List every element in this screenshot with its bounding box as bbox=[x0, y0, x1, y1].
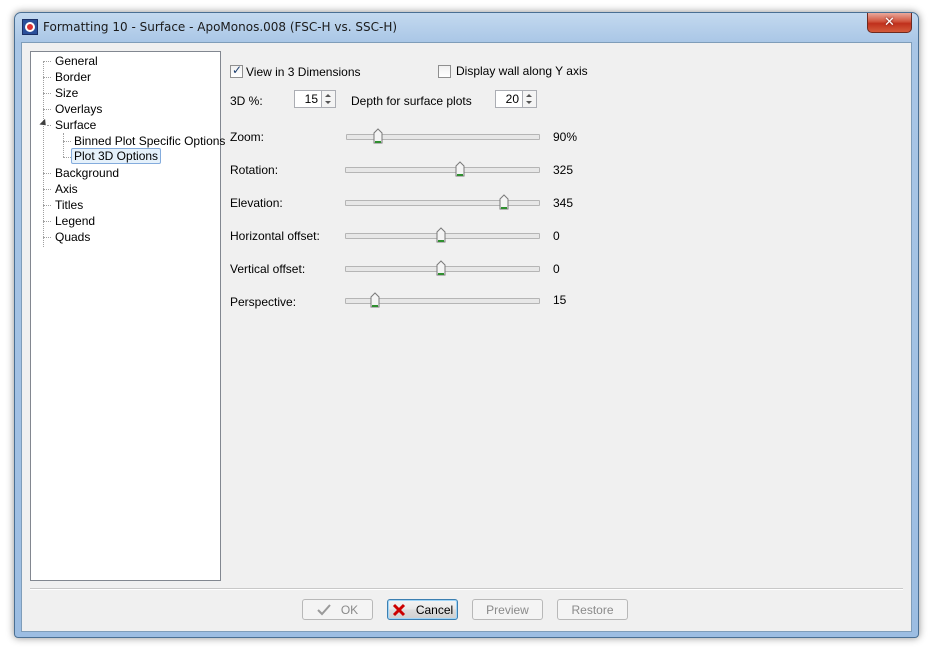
restore-button[interactable]: Restore bbox=[557, 599, 628, 620]
cancel-button-label: Cancel bbox=[415, 602, 454, 617]
tree-connector bbox=[43, 237, 51, 238]
spin-down-icon[interactable] bbox=[325, 101, 331, 104]
tree-item-background[interactable]: Background bbox=[53, 165, 121, 181]
app-icon bbox=[22, 19, 38, 35]
wall-y-checkbox[interactable] bbox=[438, 65, 451, 78]
tree-connector bbox=[43, 173, 51, 174]
vertical-offset-label: Vertical offset: bbox=[230, 262, 306, 276]
tree-item-size[interactable]: Size bbox=[53, 85, 80, 101]
pct3d-input[interactable]: 15 bbox=[294, 90, 322, 108]
elevation-value: 345 bbox=[553, 196, 574, 210]
vertical-offset-value: 0 bbox=[553, 262, 560, 276]
close-icon bbox=[392, 603, 406, 617]
tree-item-general[interactable]: General bbox=[53, 53, 100, 69]
preview-button[interactable]: Preview bbox=[472, 599, 543, 620]
ok-button-label: OK bbox=[340, 602, 359, 617]
tree-item-quads[interactable]: Quads bbox=[53, 229, 92, 245]
tree-item-binned-plot-options[interactable]: Binned Plot Specific Options bbox=[72, 133, 227, 149]
tree-connector bbox=[43, 61, 44, 247]
tree-connector bbox=[47, 125, 51, 126]
vertical-offset-slider-thumb[interactable] bbox=[436, 260, 446, 276]
elevation-label: Elevation: bbox=[230, 196, 283, 210]
rotation-label: Rotation: bbox=[230, 163, 279, 177]
tree-connector bbox=[43, 205, 51, 206]
elevation-slider[interactable] bbox=[345, 200, 540, 206]
tree-connector bbox=[43, 61, 51, 62]
perspective-value: 15 bbox=[553, 293, 567, 307]
view-3d-checkbox[interactable]: ✓ bbox=[230, 63, 243, 78]
separator bbox=[30, 588, 903, 590]
tree-connector bbox=[43, 109, 51, 110]
close-button[interactable]: ✕ bbox=[867, 13, 912, 33]
spin-down-icon[interactable] bbox=[526, 101, 532, 104]
spin-up-icon[interactable] bbox=[325, 94, 331, 97]
tree-item-legend[interactable]: Legend bbox=[53, 213, 97, 229]
tree-connector bbox=[63, 157, 71, 158]
title-bar[interactable]: Formatting 10 - Surface - ApoMonos.008 (… bbox=[15, 13, 918, 42]
tree-item-titles[interactable]: Titles bbox=[53, 197, 85, 213]
zoom-value: 90% bbox=[553, 130, 578, 144]
checkmark-icon bbox=[317, 603, 331, 617]
tree-connector bbox=[43, 93, 51, 94]
rotation-slider[interactable] bbox=[345, 167, 540, 173]
perspective-label: Perspective: bbox=[230, 295, 297, 309]
tree-connector bbox=[63, 133, 64, 157]
depth-input[interactable]: 20 bbox=[495, 90, 523, 108]
horizontal-offset-label: Horizontal offset: bbox=[230, 229, 320, 243]
spin-up-icon[interactable] bbox=[526, 94, 532, 97]
tree-item-border[interactable]: Border bbox=[53, 69, 93, 85]
tree-item-overlays[interactable]: Overlays bbox=[53, 101, 104, 117]
ok-button[interactable]: OK bbox=[302, 599, 373, 620]
preview-button-label: Preview bbox=[486, 602, 529, 617]
rotation-value: 325 bbox=[553, 163, 574, 177]
wall-y-label: Display wall along Y axis bbox=[456, 64, 588, 78]
depth-label: Depth for surface plots bbox=[351, 94, 472, 108]
cancel-button[interactable]: Cancel bbox=[387, 599, 458, 620]
tree-connector bbox=[43, 221, 51, 222]
pct3d-label: 3D %: bbox=[230, 94, 263, 108]
depth-spinner[interactable] bbox=[523, 90, 537, 108]
window-title: Formatting 10 - Surface - ApoMonos.008 (… bbox=[43, 20, 398, 34]
horizontal-offset-value: 0 bbox=[553, 229, 560, 243]
tree-connector bbox=[43, 77, 51, 78]
dialog-window: Formatting 10 - Surface - ApoMonos.008 (… bbox=[14, 12, 919, 638]
tree-connector bbox=[63, 141, 71, 142]
close-icon: ✕ bbox=[884, 15, 895, 30]
pct3d-spinner[interactable] bbox=[322, 90, 336, 108]
rotation-slider-thumb[interactable] bbox=[455, 161, 465, 177]
elevation-slider-thumb[interactable] bbox=[499, 194, 509, 210]
restore-button-label: Restore bbox=[571, 602, 614, 617]
collapse-arrow-icon[interactable] bbox=[39, 118, 49, 129]
tree-item-plot-3d-options[interactable]: Plot 3D Options bbox=[71, 148, 162, 164]
tree-item-axis[interactable]: Axis bbox=[53, 181, 80, 197]
zoom-slider-thumb[interactable] bbox=[373, 128, 383, 144]
tree-connector bbox=[43, 189, 51, 190]
view-3d-label: View in 3 Dimensions bbox=[246, 65, 361, 79]
dialog-content: General Border Size Overlays Surface Bin… bbox=[21, 42, 912, 632]
checkmark-icon: ✓ bbox=[232, 63, 243, 77]
horizontal-offset-slider-thumb[interactable] bbox=[436, 227, 446, 243]
perspective-slider-thumb[interactable] bbox=[370, 292, 380, 308]
zoom-label: Zoom: bbox=[230, 130, 265, 144]
options-tree[interactable]: General Border Size Overlays Surface Bin… bbox=[30, 51, 225, 581]
tree-item-surface[interactable]: Surface bbox=[53, 117, 98, 133]
